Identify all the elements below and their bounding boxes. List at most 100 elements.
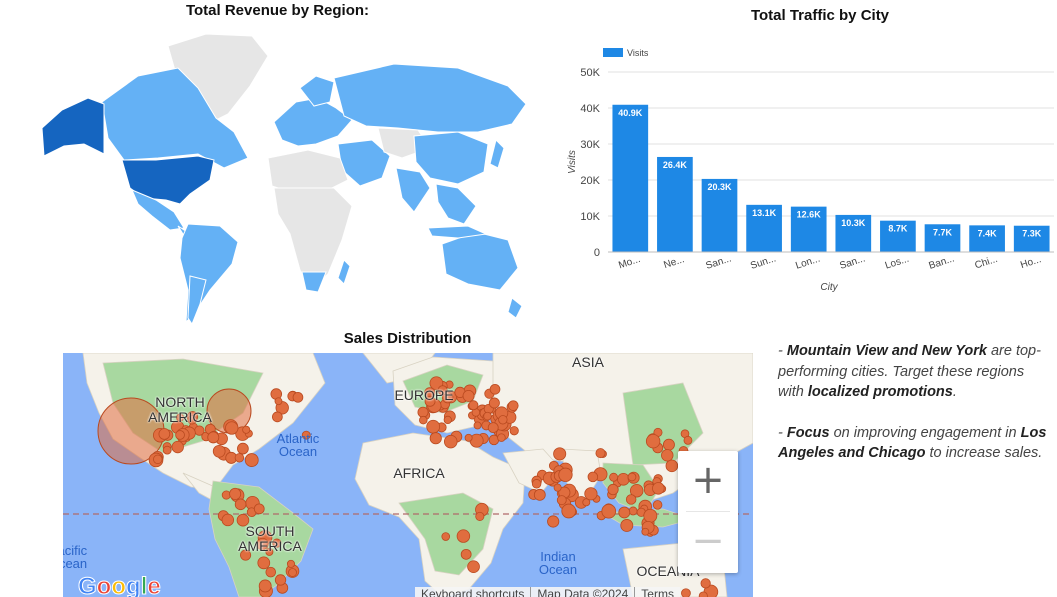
sales-marker[interactable] [553,483,562,492]
sales-marker[interactable] [483,411,492,421]
sales-marker[interactable] [625,494,637,505]
sales-marker[interactable] [620,519,634,532]
zoom-in-button[interactable]: + [678,451,738,511]
sales-marker[interactable] [221,490,231,500]
sales-marker[interactable] [234,498,247,511]
sales-marker[interactable] [698,591,708,597]
sales-marker[interactable] [237,442,249,455]
sales-marker[interactable] [460,548,472,560]
sales-marker[interactable] [681,588,691,597]
sales-marker[interactable] [662,438,675,451]
sales-marker[interactable] [456,529,471,543]
sales-marker[interactable] [645,433,661,449]
sales-marker[interactable] [286,559,295,568]
sales-marker[interactable] [153,454,163,465]
sales-marker[interactable] [533,488,546,501]
sales-marker[interactable] [292,392,304,403]
sales-marker[interactable] [547,515,560,528]
sales-marker[interactable] [467,560,480,574]
sales-marker[interactable] [242,425,251,434]
sales-marker[interactable] [628,506,638,516]
sales-marker[interactable] [265,566,277,578]
sales-marker[interactable] [234,453,245,463]
bar-1[interactable] [657,156,693,252]
sales-marker[interactable] [641,527,650,536]
sales-marker[interactable] [441,532,451,541]
sales-marker[interactable] [683,435,693,445]
region-china[interactable] [413,131,489,185]
sales-marker[interactable] [258,579,272,593]
sales-marker[interactable] [584,487,598,501]
sales-marker[interactable] [601,503,617,519]
traffic-bar-chart[interactable]: Visits 40.9K 26.4K 20.3K 13.1K 12.6K 10.3K 8.7… [560,0,1057,300]
region-japan[interactable] [489,139,505,169]
region-alaska[interactable] [41,97,105,157]
sales-marker[interactable] [468,400,479,411]
sales-marker[interactable] [274,397,283,406]
sales-marker[interactable] [158,428,171,440]
sales-marker[interactable] [488,397,500,409]
sales-marker[interactable] [700,578,711,589]
sales-marker[interactable] [207,431,220,444]
sales-marker[interactable] [665,459,679,473]
sales-marker[interactable] [627,472,637,482]
sales-marker[interactable] [475,511,485,521]
sales-bubble-map[interactable]: NORTH AMERICA EUROPE ASIA AFRICA SOUTH A… [63,353,753,597]
zoom-out-button[interactable]: − [678,512,738,572]
region-russia[interactable] [333,63,527,133]
sales-marker[interactable] [609,472,619,482]
sales-marker[interactable] [556,495,567,506]
sales-marker[interactable] [162,445,172,455]
sales-marker[interactable] [229,487,242,500]
sales-marker[interactable] [617,472,630,486]
sales-marker[interactable] [274,574,287,586]
sales-marker[interactable] [497,433,506,442]
sales-marker[interactable] [464,433,473,442]
region-new-zealand[interactable] [507,297,523,319]
revenue-choropleth-map[interactable] [38,28,528,328]
google-logo[interactable]: Google [78,573,162,597]
sales-marker[interactable] [225,421,239,435]
sales-marker[interactable] [443,434,458,449]
sales-marker[interactable] [587,471,599,483]
bar-0[interactable] [612,104,649,252]
sales-marker[interactable] [558,467,573,482]
region-australia[interactable] [441,231,519,291]
sales-marker[interactable] [561,503,577,519]
sales-marker[interactable] [643,508,658,523]
sales-marker[interactable] [288,568,297,577]
sales-marker[interactable] [487,422,499,434]
sales-marker[interactable] [244,453,259,467]
sales-marker[interactable] [443,415,452,425]
region-south-africa[interactable] [301,271,327,293]
terms-link[interactable]: Terms [635,587,680,597]
sales-marker[interactable] [553,447,567,461]
sales-marker[interactable] [253,503,265,515]
region-southeast-asia[interactable] [435,183,477,225]
sales-marker[interactable] [661,449,674,462]
sales-marker[interactable] [426,419,441,434]
sales-marker[interactable] [272,411,283,423]
region-africa-north[interactable] [267,149,349,195]
sales-marker[interactable] [531,479,542,489]
region-india[interactable] [395,167,431,213]
sales-marker[interactable] [419,415,428,425]
sales-marker[interactable] [417,406,429,418]
sales-marker[interactable] [171,440,184,454]
region-madagascar[interactable] [337,259,351,285]
sales-marker[interactable] [498,415,508,425]
sales-marker[interactable] [175,430,185,440]
keyboard-shortcuts-link[interactable]: Keyboard shortcuts [415,587,532,597]
sales-marker[interactable] [257,556,271,570]
sales-marker[interactable] [652,500,663,510]
sales-marker[interactable] [489,383,501,395]
sales-marker[interactable] [473,421,482,430]
sales-marker[interactable] [595,448,606,459]
sales-marker[interactable] [429,432,442,445]
sales-marker[interactable] [618,506,631,519]
sales-marker[interactable] [652,482,665,495]
sales-marker[interactable] [509,426,519,436]
sales-marker[interactable] [212,444,226,458]
sales-marker[interactable] [507,400,519,411]
sales-marker[interactable] [607,483,619,496]
